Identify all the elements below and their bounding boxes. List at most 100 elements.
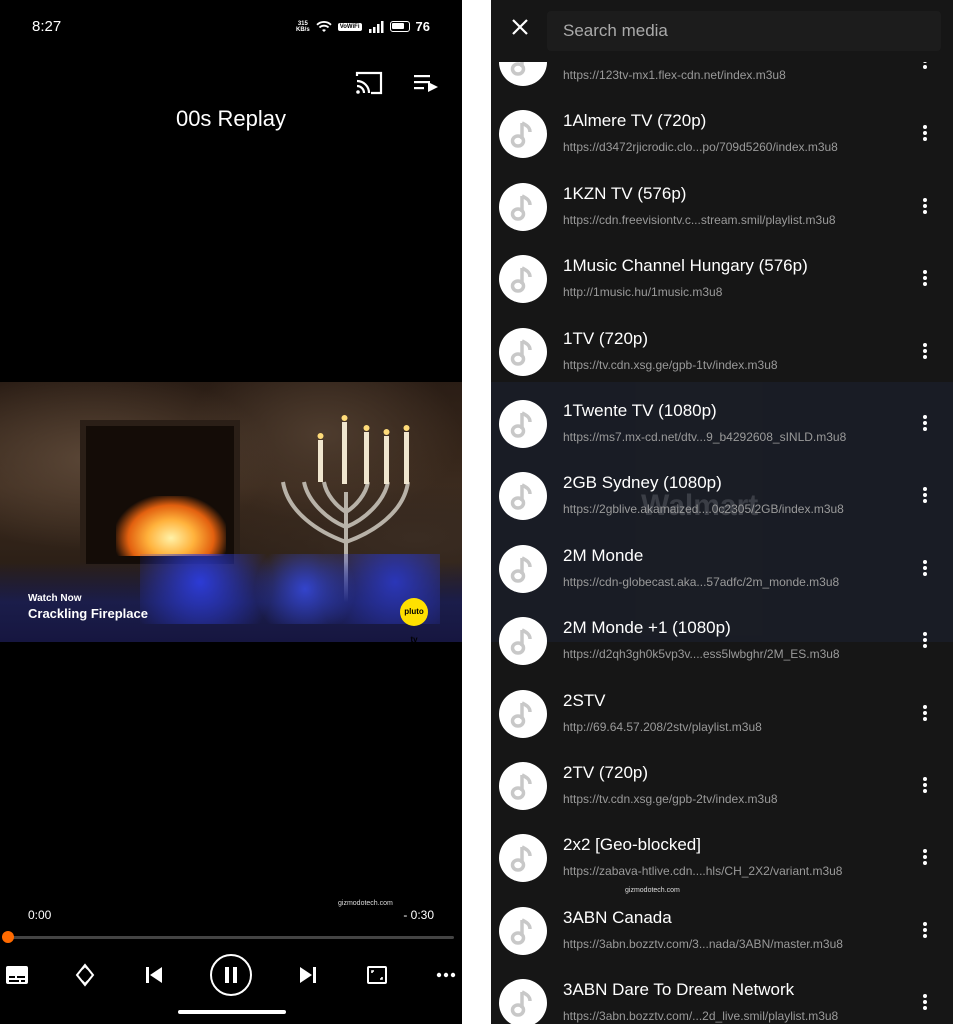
item-more-options-icon[interactable] — [915, 701, 935, 725]
seek-bar[interactable] — [2, 931, 454, 943]
media-url: https://123tv-mx1.flex-cdn.net/index.m3u… — [563, 68, 786, 82]
media-url: https://tv.cdn.xsg.ge/gpb-1tv/index.m3u8 — [563, 357, 778, 372]
subtitles-icon[interactable] — [2, 960, 32, 990]
status-bar: 8:27 315 KB/s VoWiFi 76 — [32, 18, 430, 38]
media-list-item[interactable]: 2M Monde +1 (1080p) https://d2qh3gh0k5vp3… — [491, 606, 953, 678]
home-indicator[interactable] — [178, 1010, 286, 1014]
watermark: gizmodotech.com — [625, 887, 680, 894]
item-more-options-icon[interactable] — [915, 339, 935, 363]
item-more-options-icon[interactable] — [915, 411, 935, 435]
network-speed: 315 KB/s — [296, 20, 310, 33]
media-list-item[interactable]: 1Twente TV (1080p) https://ms7.mx-cd.net/… — [491, 389, 953, 461]
item-more-options-icon[interactable] — [915, 194, 935, 218]
search-bar — [491, 0, 953, 62]
time-remaining[interactable]: - 0:30 — [403, 908, 434, 922]
item-more-options-icon[interactable] — [915, 556, 935, 580]
media-url: https://3abn.bozztv.com/...2d_live.smil/… — [563, 1009, 839, 1024]
item-more-options-icon[interactable] — [915, 628, 935, 652]
media-url: http://69.64.57.208/2stv/playlist.m3u8 — [563, 719, 762, 734]
aspect-ratio-icon[interactable] — [362, 960, 392, 990]
player-title: 00s Replay — [175, 106, 287, 131]
media-title: 3ABN Dare To Dream Network — [563, 980, 795, 1000]
battery-level: 76 — [415, 19, 430, 34]
media-title: 2M Monde — [563, 545, 644, 565]
signal-icon — [368, 20, 384, 33]
time-elapsed: 0:00 — [28, 908, 52, 922]
media-list-item[interactable]: 1TV (720p) https://tv.cdn.xsg.ge/gpb-1tv/… — [491, 317, 953, 389]
seek-thumb[interactable] — [2, 931, 14, 943]
media-list-item[interactable]: 3ABN Canada https://3abn.bozztv.com/3...n… — [491, 896, 953, 968]
music-note-icon — [499, 617, 547, 666]
item-more-options-icon[interactable] — [915, 773, 935, 797]
watermark: gizmodotech.com — [338, 900, 393, 907]
item-more-options-icon[interactable] — [915, 266, 935, 290]
watch-now-label: Watch Now — [28, 593, 82, 604]
media-list-item[interactable]: 2M Monde https://cdn-globecast.aka...57ad… — [491, 534, 953, 606]
previous-icon[interactable] — [139, 960, 169, 990]
media-list-item[interactable]: 2STV http://69.64.57.208/2stv/playlist.m3… — [491, 679, 953, 751]
media-url: http://1music.hu/1music.m3u8 — [563, 285, 723, 300]
media-url: https://cdn-globecast.aka...57adfc/2m_mo… — [563, 574, 840, 589]
video-decoration — [140, 554, 440, 624]
media-title: 2STV — [563, 690, 606, 710]
media-list-screen: Walmart https://123tv-mx1.flex-cdn.net/i… — [491, 0, 953, 1024]
media-url: https://cdn.freevisiontv.c...stream.smil… — [563, 212, 836, 227]
music-note-icon — [499, 906, 547, 955]
playlist-queue-icon[interactable] — [412, 70, 440, 98]
media-url: https://d3472rjicrodic.clo...po/709d5260… — [563, 140, 838, 155]
media-title: 1KZN TV (576p) — [563, 183, 687, 203]
screenshot-divider — [462, 0, 491, 1024]
media-url: https://2gblive.akamaized....0c2305/2GB/… — [563, 502, 844, 517]
music-note-icon — [499, 472, 547, 521]
media-url: https://tv.cdn.xsg.ge/gpb-2tv/index.m3u8 — [563, 792, 778, 806]
media-title: 1Almere TV (720p) — [563, 111, 707, 131]
music-note-icon — [499, 110, 547, 159]
pause-icon — [225, 967, 237, 983]
music-note-icon — [499, 400, 547, 448]
music-note-icon — [499, 834, 547, 883]
orientation-icon[interactable] — [70, 960, 100, 990]
volte-badge: VoWiFi — [337, 22, 362, 31]
close-icon[interactable] — [507, 14, 533, 40]
media-title: 1Music Channel Hungary (576p) — [563, 256, 808, 276]
video-fireplace — [80, 420, 240, 570]
next-icon[interactable] — [293, 960, 323, 990]
item-more-options-icon[interactable] — [915, 845, 935, 869]
media-title: 1Twente TV (1080p) — [563, 401, 717, 420]
battery-icon — [389, 21, 410, 32]
media-list-item[interactable]: 1Almere TV (720p) https://d3472rjicrodic.… — [491, 99, 953, 171]
media-title: 1TV (720p) — [563, 328, 649, 348]
media-list-item[interactable]: 2TV (720p) https://tv.cdn.xsg.ge/gpb-2tv/… — [491, 751, 953, 823]
music-note-icon — [499, 327, 547, 376]
item-more-options-icon[interactable] — [915, 990, 935, 1014]
media-list-item[interactable]: 1KZN TV (576p) https://cdn.freevisiontv.c… — [491, 172, 953, 244]
music-note-icon — [499, 762, 547, 810]
item-more-options-icon[interactable] — [915, 918, 935, 942]
media-list-item[interactable]: 3ABN Dare To Dream Network https://3abn.b… — [491, 968, 953, 1024]
media-url: https://3abn.bozztv.com/3...nada/3ABN/ma… — [563, 936, 843, 951]
music-note-icon — [499, 255, 547, 304]
media-url: https://ms7.mx-cd.net/dtv...9_b4292608_s… — [563, 430, 847, 444]
video-frame[interactable]: Watch Now Crackling Fireplace pluto tv — [0, 382, 462, 642]
pluto-tv-logo: pluto tv — [400, 598, 428, 642]
pause-button[interactable] — [210, 954, 252, 996]
cast-icon[interactable] — [354, 68, 384, 98]
item-more-options-icon[interactable] — [915, 483, 935, 507]
video-player-screen: 8:27 315 KB/s VoWiFi 76 00s Replay Watch… — [0, 0, 462, 1024]
media-url: https://zabava-htlive.cdn....hls/CH_2X2/… — [563, 864, 843, 879]
media-title: 3ABN Canada — [563, 907, 672, 927]
status-time: 8:27 — [32, 18, 62, 35]
music-note-icon — [499, 979, 547, 1024]
media-url: https://d2qh3gh0k5vp3v....ess5lwbghr/2M_… — [563, 647, 840, 662]
item-more-options-icon[interactable] — [915, 121, 935, 145]
more-options-icon[interactable] — [431, 960, 461, 990]
media-title: 2M Monde +1 (1080p) — [563, 618, 731, 638]
search-input[interactable] — [547, 11, 941, 51]
media-list-item[interactable]: 2x2 [Geo-blocked] https://zabava-htlive.c… — [491, 823, 953, 895]
media-list-item[interactable]: 1Music Channel Hungary (576p) http://1mus… — [491, 244, 953, 316]
media-title: 2x2 [Geo-blocked] — [563, 835, 701, 855]
music-note-icon — [499, 689, 547, 738]
media-list-item[interactable]: 2GB Sydney (1080p) https://2gblive.akamai… — [491, 461, 953, 533]
program-title: Crackling Fireplace — [28, 606, 148, 621]
music-note-icon — [499, 544, 547, 593]
